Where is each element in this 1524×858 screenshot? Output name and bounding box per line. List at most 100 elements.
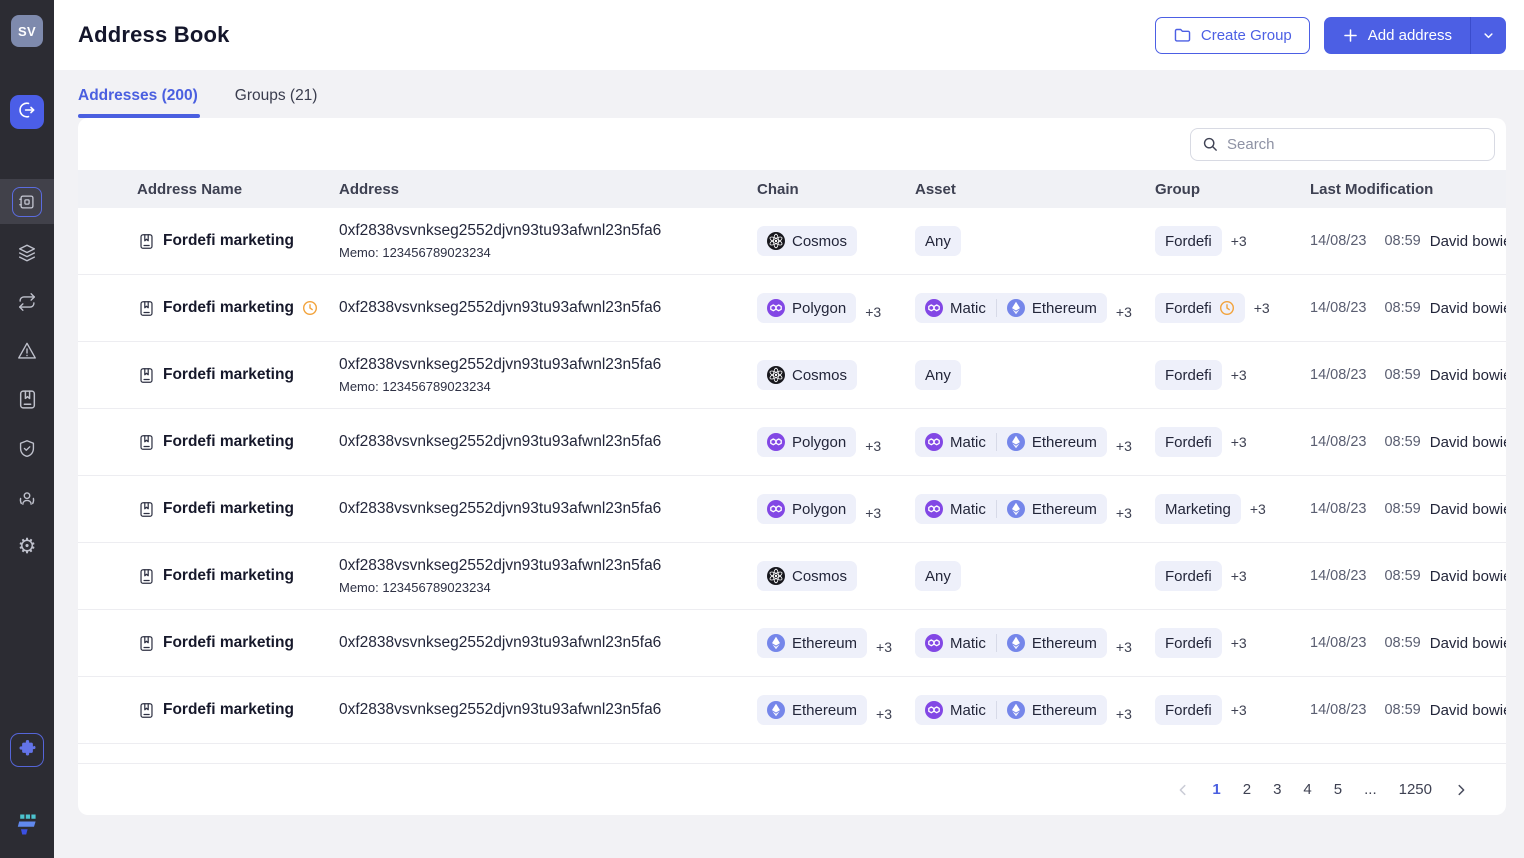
sidebar-bottom (10, 733, 44, 858)
prev-page-icon[interactable] (1176, 783, 1190, 797)
address-memo: Memo: 123456789023234 (339, 245, 491, 260)
modification-user: David bowie (1429, 433, 1506, 451)
cosmos-icon (767, 232, 785, 250)
chain-cell: Polygon +3 (757, 427, 915, 457)
contact-book-icon (138, 367, 155, 384)
badge-divider (995, 634, 997, 652)
asset-badge: Matic Ethereum (915, 494, 1107, 524)
column-header: Address (339, 180, 400, 198)
avatar[interactable]: SV (11, 15, 43, 47)
page-number[interactable]: 1 (1212, 781, 1220, 798)
chevron-down-icon (1481, 28, 1496, 43)
group-label: Marketing (1165, 500, 1231, 518)
group-cell: Fordefi +3 (1155, 293, 1310, 323)
table-row[interactable]: Fordefi marketing 0xf2838vsvnkseg2552djv… (78, 275, 1506, 342)
chain-badge: Polygon (757, 494, 857, 524)
gear-icon: ⚙ (17, 535, 37, 558)
sidebar-item-alerts[interactable] (0, 326, 54, 375)
extension-button[interactable] (10, 733, 44, 767)
asset-extra-count: +3 (1115, 304, 1132, 320)
table-row[interactable]: Fordefi marketing 0xf2838vsvnkseg2552djv… (78, 409, 1506, 476)
sidebar-item-security[interactable] (0, 424, 54, 473)
add-address-button[interactable]: Add address (1323, 16, 1470, 54)
address-value: 0xf2838vsvnkseg2552djvn93tu93afwnl23n5fa… (339, 557, 662, 574)
chain-cell: Ethereum +3 (757, 628, 915, 658)
modification-time: 08:59 (1384, 702, 1421, 718)
transfer-button[interactable] (10, 95, 44, 129)
table-row[interactable]: Fordefi marketing 0xf2838vsvnkseg2552djv… (78, 610, 1506, 677)
modification-date: 14/08/23 (1310, 300, 1367, 316)
table-row[interactable]: Fordefi marketing 0xf2838vsvnkseg2552djv… (78, 677, 1506, 744)
chain-extra-count: +3 (865, 505, 882, 521)
page-number[interactable]: 2 (1243, 781, 1251, 798)
asset-label: Ethereum (1031, 701, 1097, 719)
page-number[interactable]: 1250 (1399, 781, 1432, 798)
add-address-dropdown-button[interactable] (1470, 16, 1506, 54)
group-cell: Marketing +3 (1155, 494, 1310, 524)
sidebar-item-transactions[interactable] (0, 277, 54, 326)
pending-clock-icon (1219, 300, 1235, 316)
group-label: Fordefi (1165, 299, 1212, 317)
sidebar-item-users[interactable] (0, 473, 54, 522)
page-number[interactable]: 5 (1334, 781, 1342, 798)
asset-badge: Matic Ethereum (915, 427, 1107, 457)
asset-cell: Any (915, 561, 1155, 591)
group-extra-count: +3 (1253, 299, 1270, 316)
asset-extra-count: +3 (1115, 639, 1132, 655)
chain-badge: Polygon (757, 427, 857, 457)
table-row[interactable]: Fordefi marketing 0xf2838vsvnkseg2552djv… (78, 476, 1506, 543)
asset-cell: Matic Ethereum +3 (915, 628, 1155, 658)
pending-clock-icon (302, 300, 318, 316)
sidebar-item-vaults[interactable] (0, 179, 54, 224)
chain-cell: Cosmos (757, 226, 915, 256)
column-header: Address Name (137, 180, 243, 198)
page-header: Address Book Create Group Add address (54, 0, 1524, 70)
next-page-icon[interactable] (1454, 783, 1468, 797)
ethereum-icon (1006, 634, 1025, 652)
table-row[interactable]: Fordefi marketing 0xf2838vsvnkseg2552djv… (78, 543, 1506, 610)
cosmos-icon (767, 567, 785, 585)
search-input[interactable] (1227, 135, 1483, 153)
modification-time: 08:59 (1384, 300, 1421, 316)
sidebar-item-assets[interactable] (0, 228, 54, 277)
create-group-button[interactable]: Create Group (1154, 16, 1310, 54)
address-memo: Memo: 123456789023234 (339, 580, 491, 595)
ethereum-icon (1006, 500, 1025, 518)
contact-book-icon (138, 300, 155, 317)
tab-addresses[interactable]: Addresses (200) (78, 87, 200, 118)
tab-groups[interactable]: Groups (21) (235, 87, 318, 118)
pagination: 1 2 3 4 5... 1250 (78, 763, 1506, 815)
group-extra-count: +3 (1230, 433, 1247, 450)
contact-book-icon (138, 501, 155, 518)
contact-book-icon (138, 233, 155, 250)
address-name: Fordefi marketing (163, 232, 294, 249)
header-actions: Create Group Add address (1154, 16, 1506, 54)
group-badge: Fordefi (1155, 628, 1222, 658)
table-row[interactable]: Fordefi marketing 0xf2838vsvnkseg2552djv… (78, 342, 1506, 409)
address-memo: Memo: 123456789023234 (339, 379, 491, 394)
asset-label: Ethereum (1031, 299, 1097, 317)
chain-badge: Cosmos (757, 360, 858, 390)
address-name: Fordefi marketing (163, 701, 294, 718)
search-icon (1202, 136, 1219, 153)
page-number[interactable]: 3 (1273, 781, 1281, 798)
column-header: Group (1155, 180, 1200, 198)
sidebar-item-settings[interactable]: ⚙ (0, 522, 54, 571)
column-header: Chain (757, 180, 799, 198)
page-numbers: 1 2 3 4 5... 1250 (1212, 781, 1432, 798)
search-box (1190, 127, 1495, 161)
chain-badge: Ethereum (757, 695, 868, 725)
group-extra-count: +3 (1230, 634, 1247, 651)
table-row[interactable]: Fordefi marketing 0xf2838vsvnkseg2552djv… (78, 208, 1506, 275)
asset-label: Matic (950, 500, 986, 518)
puzzle-icon (18, 738, 37, 762)
asset-label: Any (925, 366, 951, 384)
address-name: Fordefi marketing (163, 634, 294, 651)
add-address-label: Add address (1367, 26, 1452, 44)
modification-user: David bowie (1429, 567, 1506, 585)
page-number[interactable]: 4 (1303, 781, 1311, 798)
sidebar-item-address-book[interactable] (0, 375, 54, 424)
table-body: Fordefi marketing 0xf2838vsvnkseg2552djv… (78, 208, 1506, 744)
asset-extra-count: +3 (1115, 706, 1132, 722)
ethereum-icon (1006, 433, 1025, 451)
